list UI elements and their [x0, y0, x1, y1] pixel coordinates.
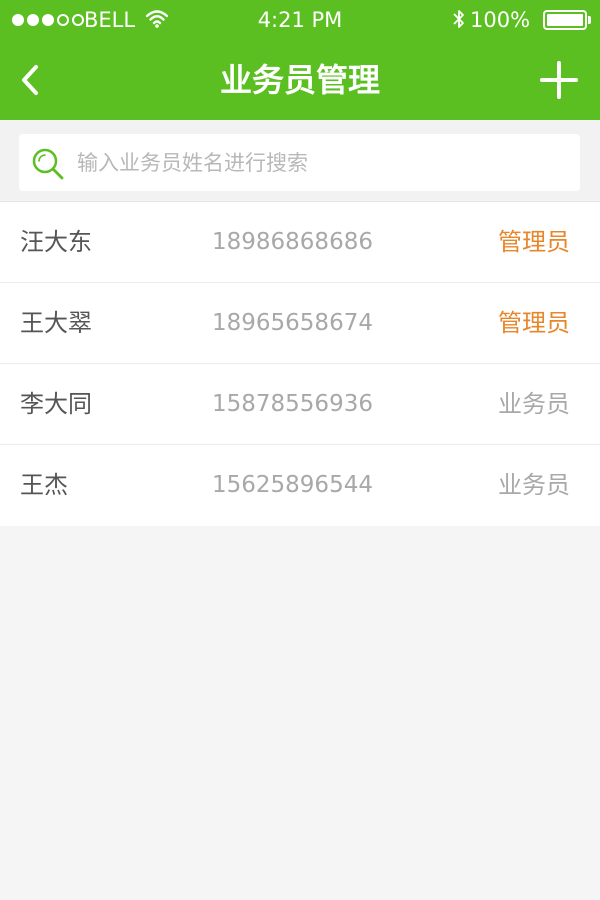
- salesman-name: 王大翠: [20, 309, 92, 337]
- salesman-name: 李大同: [20, 390, 92, 418]
- battery-level-fill: [547, 14, 583, 26]
- header: BELL 4:21 PM 100% 业务员管理: [0, 0, 600, 120]
- bluetooth-icon: [453, 10, 464, 28]
- salesman-row[interactable]: 汪大东 18986868686 管理员: [0, 202, 600, 283]
- salesman-role-badge: 业务员: [498, 471, 570, 499]
- battery-percentage: 100%: [470, 8, 531, 32]
- salesman-name: 汪大东: [20, 228, 92, 256]
- salesman-role-badge: 管理员: [498, 228, 570, 256]
- chevron-left-icon: [22, 65, 38, 95]
- page-title: 业务员管理: [219, 61, 380, 99]
- salesman-row[interactable]: 王大翠 18965658674 管理员: [0, 283, 600, 364]
- search-input[interactable]: [77, 134, 567, 191]
- salesman-phone: 15878556936: [212, 391, 373, 417]
- salesman-phone: 18965658674: [212, 310, 373, 336]
- salesman-row[interactable]: 王杰 15625896544 业务员: [0, 445, 600, 526]
- salesman-role-badge: 业务员: [498, 390, 570, 418]
- plus-icon: [540, 61, 578, 99]
- salesman-row[interactable]: 李大同 15878556936 业务员: [0, 364, 600, 445]
- search-box[interactable]: [19, 134, 580, 191]
- add-salesman-button[interactable]: [540, 61, 578, 99]
- salesman-list: 汪大东 18986868686 管理员 王大翠 18965658674 管理员 李大同 158…: [0, 201, 600, 526]
- salesman-role-badge: 管理员: [498, 309, 570, 337]
- back-button[interactable]: [14, 62, 50, 98]
- status-bar: BELL 4:21 PM 100%: [0, 0, 600, 40]
- salesman-phone: 18986868686: [212, 229, 373, 255]
- nav-bar: 业务员管理: [0, 40, 600, 120]
- salesman-phone: 15625896544: [212, 472, 373, 498]
- search-area: [0, 120, 600, 200]
- battery-icon: [543, 10, 587, 30]
- search-icon: [32, 148, 64, 180]
- battery-tip: [588, 16, 591, 24]
- salesman-name: 王杰: [20, 471, 68, 499]
